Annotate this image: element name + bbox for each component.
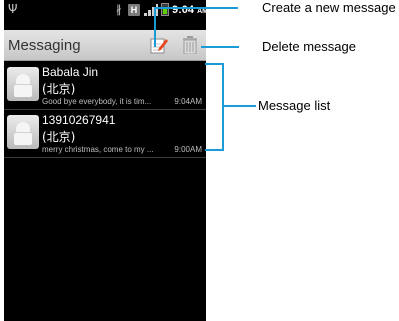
callout-bracket-bottom: [205, 149, 224, 151]
annotation-create-message: Create a new message: [262, 0, 396, 15]
message-location: (北京): [42, 82, 76, 96]
battery-icon: [161, 3, 169, 16]
message-time: 9:00AM: [174, 145, 202, 154]
message-time: 9:04AM: [174, 97, 202, 106]
callout-line-delete: [201, 46, 239, 48]
bluetooth-icon: ∦: [116, 3, 122, 16]
callout-line-compose-vertical: [154, 7, 156, 47]
compose-icon: [150, 38, 168, 54]
status-clock: 9:04 AM: [172, 4, 206, 16]
contact-avatar: [7, 67, 39, 101]
phone-screen: Ψ ∦ H 9:04 AM Messaging Babala Jin (北京) …: [4, 0, 206, 321]
clock-ampm: AM: [197, 8, 206, 15]
message-thread-item[interactable]: Babala Jin (北京) Good bye everybody, it i…: [4, 62, 206, 110]
callout-bracket-vertical: [222, 63, 224, 151]
contact-avatar: [7, 115, 39, 149]
message-location: (北京): [42, 130, 76, 144]
callout-line-compose-horizontal: [154, 7, 238, 9]
message-thread-item[interactable]: 13910267941 (北京) merry christmas, come t…: [4, 110, 206, 158]
callout-line-message-list: [222, 105, 256, 107]
message-sender: Babala Jin: [42, 65, 99, 79]
message-preview: merry christmas, come to my ...: [42, 145, 154, 154]
status-bar: Ψ ∦ H 9:04 AM: [4, 0, 206, 21]
usb-icon: Ψ: [8, 2, 18, 16]
message-sender: 13910267941: [42, 113, 116, 127]
trash-icon: [183, 36, 197, 55]
delete-button[interactable]: [182, 36, 198, 55]
annotation-delete-message: Delete message: [262, 39, 356, 54]
app-title-bar: Messaging: [4, 30, 206, 61]
clock-time: 9:04: [172, 4, 195, 16]
network-type-icon: H: [128, 4, 140, 16]
page-title: Messaging: [8, 37, 81, 54]
compose-button[interactable]: [150, 36, 168, 54]
message-preview: Good bye everybody, it is tim...: [42, 97, 152, 106]
annotation-message-list: Message list: [258, 98, 331, 113]
